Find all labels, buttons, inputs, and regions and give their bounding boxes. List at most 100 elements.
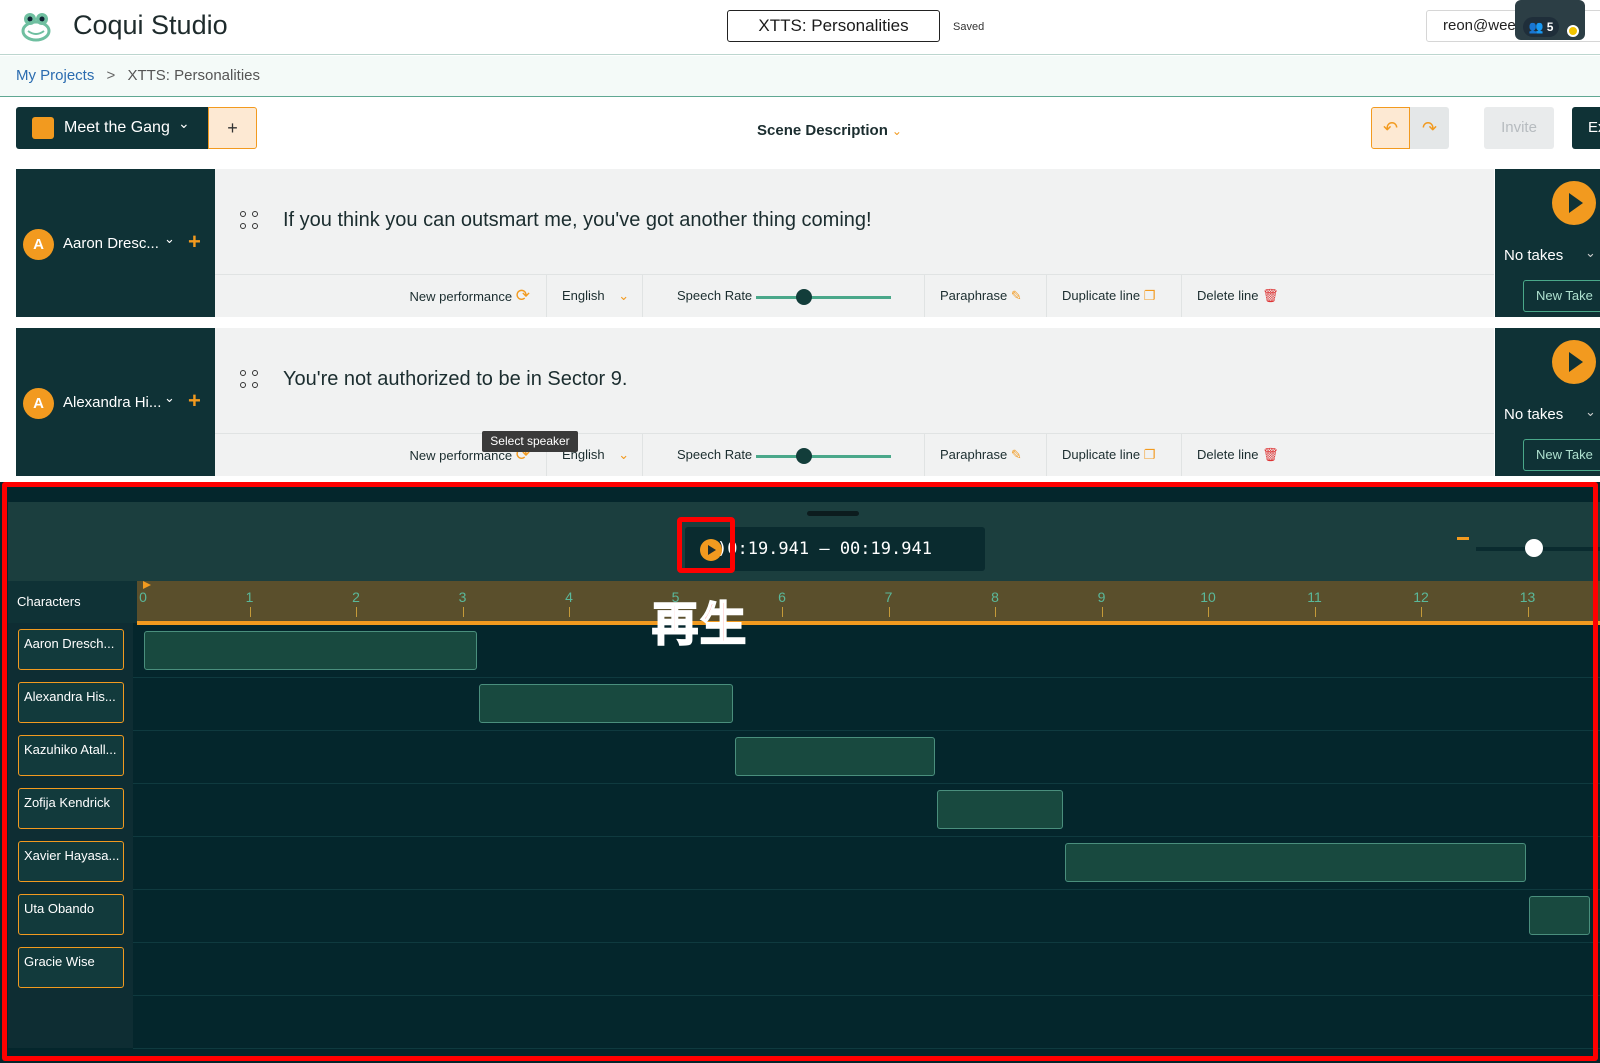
speech-rate-slider[interactable] bbox=[756, 296, 891, 299]
frog-logo-icon[interactable] bbox=[20, 10, 52, 42]
chevron-down-icon: ⌄ bbox=[1585, 245, 1596, 260]
audio-clip[interactable] bbox=[1528, 896, 1591, 935]
breadcrumb-current: XTTS: Personalities bbox=[127, 67, 261, 84]
zoom-knob[interactable] bbox=[1525, 539, 1543, 557]
add-scene-button[interactable]: + bbox=[208, 107, 257, 149]
language-value: English bbox=[562, 288, 605, 303]
redo-button[interactable]: ↷ bbox=[1410, 107, 1449, 149]
takes-select[interactable]: No takes bbox=[1504, 247, 1563, 264]
copy-icon: ❐ bbox=[1143, 447, 1156, 462]
audio-clip[interactable] bbox=[1065, 843, 1527, 882]
playhead-flag-icon[interactable] bbox=[143, 581, 151, 589]
line-controls: New performance ⟳ English ⌄ Speech Rate … bbox=[215, 275, 1494, 317]
time-ruler[interactable]: 0 1 2 3 4 5 6 7 8 9 10 11 12 13 bbox=[137, 581, 1600, 623]
presence-dot bbox=[1567, 25, 1579, 37]
play-take-icon[interactable] bbox=[1552, 340, 1596, 384]
speaker-selector[interactable]: A Alexandra Hi... ⌄ + bbox=[16, 328, 215, 476]
copy-icon: ❐ bbox=[1143, 288, 1156, 303]
line-text-area[interactable]: If you think you can outsmart me, you've… bbox=[215, 169, 1494, 275]
collaborators-avatar[interactable]: 👥 5 bbox=[1515, 0, 1585, 40]
delete-line-label: Delete line bbox=[1197, 447, 1259, 462]
scene-name: Meet the Gang bbox=[64, 119, 170, 136]
zoom-out-icon[interactable] bbox=[1457, 537, 1469, 540]
speech-rate-knob[interactable] bbox=[796, 289, 812, 305]
scene-description-label: Scene Description bbox=[757, 122, 888, 139]
speech-rate-slider[interactable] bbox=[756, 455, 891, 458]
refresh-icon: ⟳ bbox=[515, 286, 530, 305]
audio-clip[interactable] bbox=[144, 631, 478, 670]
duplicate-line-label: Duplicate line bbox=[1062, 447, 1141, 462]
chevron-down-icon: ⌄ bbox=[891, 124, 902, 138]
paraphrase-button[interactable]: Paraphrase ✎ bbox=[924, 275, 1046, 317]
speech-rate-knob[interactable] bbox=[796, 448, 812, 464]
paraphrase-label: Paraphrase bbox=[940, 447, 1008, 462]
character-button[interactable]: Kazuhiko Atall... bbox=[18, 735, 124, 776]
speaker-avatar: A bbox=[23, 388, 54, 419]
character-button[interactable]: Aaron Dresch... bbox=[18, 629, 124, 670]
chevron-down-icon: ⌄ bbox=[164, 390, 175, 405]
new-take-button[interactable]: New Take bbox=[1523, 439, 1600, 471]
delete-line-button[interactable]: Delete line 🗑 bbox=[1181, 275, 1494, 317]
ruler-tick bbox=[569, 607, 570, 617]
ruler-tick-label: 8 bbox=[991, 589, 999, 605]
character-button[interactable]: Uta Obando bbox=[18, 894, 124, 935]
invite-button[interactable]: Invite bbox=[1484, 107, 1554, 149]
scene-description-toggle[interactable]: Scene Description ⌄ bbox=[757, 122, 902, 139]
timeline-lane bbox=[133, 943, 1600, 996]
duplicate-line-button[interactable]: Duplicate line ❐ bbox=[1046, 434, 1181, 476]
panel-resize-handle[interactable] bbox=[807, 511, 859, 516]
undo-button[interactable]: ↶ bbox=[1371, 107, 1410, 149]
character-button[interactable]: Xavier Hayasa... bbox=[18, 841, 124, 882]
drag-handle-icon[interactable] bbox=[240, 211, 260, 231]
ruler-tick bbox=[1527, 607, 1529, 617]
speaker-name: Alexandra Hi... bbox=[63, 394, 162, 411]
chevron-down-icon: ⌄ bbox=[178, 115, 190, 131]
chevron-down-icon: ⌄ bbox=[618, 447, 630, 462]
line-text[interactable]: You're not authorized to be in Sector 9. bbox=[283, 368, 627, 391]
ruler-tick-label: 13 bbox=[1519, 589, 1536, 605]
edit-note-icon: ✎ bbox=[1010, 288, 1022, 303]
timeline-lane bbox=[133, 996, 1600, 1049]
add-line-icon[interactable]: + bbox=[188, 229, 201, 255]
annotation-label: 再生 bbox=[651, 596, 748, 652]
drag-handle-icon[interactable] bbox=[240, 370, 260, 390]
speaker-selector[interactable]: A Aaron Dresc... ⌄ + bbox=[16, 169, 215, 317]
audio-clip[interactable] bbox=[479, 684, 734, 723]
delete-line-button[interactable]: Delete line 🗑 bbox=[1181, 434, 1494, 476]
ruler-tick-label: 10 bbox=[1200, 589, 1216, 605]
language-select[interactable]: English ⌄ bbox=[546, 275, 642, 317]
takes-panel: No takes ⌄ New Take bbox=[1495, 328, 1600, 476]
new-performance-button[interactable]: New performance ⟳ bbox=[215, 275, 546, 317]
breadcrumb-my-projects[interactable]: My Projects bbox=[16, 67, 94, 84]
audio-clip[interactable] bbox=[735, 737, 936, 776]
audio-clip[interactable] bbox=[937, 790, 1064, 829]
line-text-area[interactable]: You're not authorized to be in Sector 9. bbox=[215, 328, 1494, 434]
timeline-lane bbox=[133, 784, 1600, 837]
paraphrase-button[interactable]: Paraphrase ✎ bbox=[924, 434, 1046, 476]
project-name-field[interactable]: XTTS: Personalities bbox=[727, 10, 940, 42]
edit-note-icon: ✎ bbox=[1010, 447, 1022, 462]
characters-header: Characters bbox=[8, 581, 137, 623]
character-button[interactable]: Alexandra His... bbox=[18, 682, 124, 723]
new-performance-label: New performance bbox=[409, 289, 513, 304]
character-button[interactable]: Zofija Kendrick bbox=[18, 788, 124, 829]
duplicate-line-label: Duplicate line bbox=[1062, 288, 1141, 303]
play-take-icon[interactable] bbox=[1552, 181, 1596, 225]
delete-line-label: Delete line bbox=[1197, 288, 1259, 303]
takes-select[interactable]: No takes bbox=[1504, 406, 1563, 423]
ruler-tick-label: 12 bbox=[1413, 589, 1429, 605]
line-text[interactable]: If you think you can outsmart me, you've… bbox=[283, 209, 872, 232]
breadcrumb: My Projects > XTTS: Personalities bbox=[0, 56, 1600, 97]
add-line-icon[interactable]: + bbox=[188, 388, 201, 414]
new-take-button[interactable]: New Take bbox=[1523, 280, 1600, 312]
duplicate-line-button[interactable]: Duplicate line ❐ bbox=[1046, 275, 1181, 317]
character-button[interactable]: Gracie Wise bbox=[18, 947, 124, 988]
scene-selector[interactable]: Meet the Gang ⌄ bbox=[16, 107, 208, 149]
chevron-down-icon: ⌄ bbox=[164, 231, 175, 246]
speech-rate-label: Speech Rate bbox=[677, 447, 753, 462]
ruler-tick-label: 3 bbox=[458, 589, 467, 605]
ruler-tick-label: 6 bbox=[778, 589, 786, 605]
ruler-tick bbox=[1208, 607, 1209, 617]
export-button[interactable]: Ex bbox=[1572, 107, 1600, 149]
speech-rate-control: Speech Rate bbox=[642, 275, 924, 317]
